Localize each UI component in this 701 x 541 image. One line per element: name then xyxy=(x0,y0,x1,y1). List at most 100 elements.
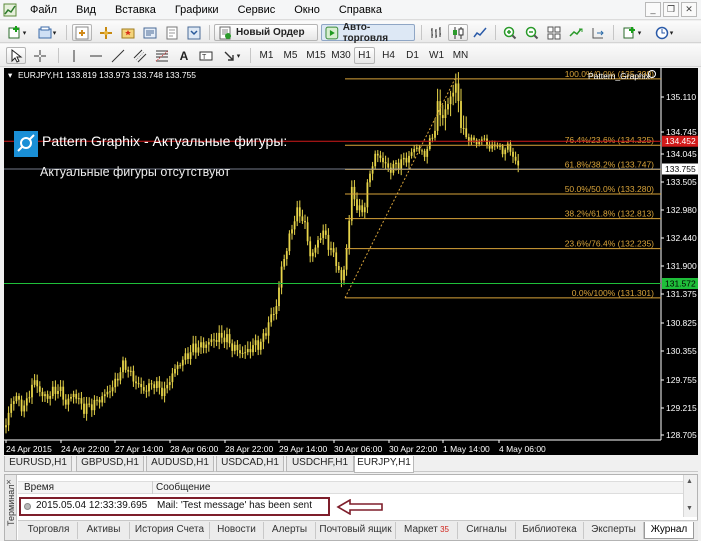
indicator-label: Pattern_Graphix xyxy=(588,71,650,81)
candle-body xyxy=(25,398,28,406)
arrows-tool-button[interactable]: ▾ xyxy=(218,47,244,64)
chart-window[interactable]: 100.0%/0.0% (135.299) 76.4%/23.6% (134.32… xyxy=(4,68,698,455)
timeframe-m5-button[interactable]: M5 xyxy=(280,47,301,64)
price-axis-label: 128.705 xyxy=(666,430,697,440)
menu-item-3[interactable]: Графики xyxy=(175,4,219,16)
tester-button[interactable] xyxy=(162,24,182,41)
symbol-tab-eurjpyh1[interactable]: EURJPY,H1 xyxy=(354,456,414,473)
timeframe-w1-button[interactable]: W1 xyxy=(426,47,447,64)
autotrade-label: Авто-торговля xyxy=(342,21,389,44)
terminal-scrollbar[interactable]: ▲ ▼ xyxy=(683,475,697,517)
cursor-tool-button[interactable] xyxy=(6,47,26,64)
terminal-tab-1[interactable]: Активы xyxy=(78,522,130,539)
terminal-tab-10[interactable]: Журнал xyxy=(644,522,694,539)
terminal-tab-5[interactable]: Почтовый ящик xyxy=(316,522,396,539)
terminal-tab-4[interactable]: Алерты xyxy=(264,522,316,539)
crosshair-tool-button[interactable] xyxy=(30,47,50,64)
symbol-tab-eurusdh1[interactable]: EURUSD,H1 xyxy=(4,456,72,472)
zoom-out-button[interactable] xyxy=(522,24,542,41)
market-watch-button[interactable] xyxy=(72,24,92,41)
timeframe-m1-button[interactable]: M1 xyxy=(256,47,277,64)
menu-item-5[interactable]: Окно xyxy=(294,4,320,16)
close-button[interactable]: ✕ xyxy=(681,2,697,17)
new-chart-button[interactable]: ▾ xyxy=(4,24,30,41)
autotrade-button[interactable]: Авто-торговля xyxy=(321,21,415,44)
timeframe-h4-button[interactable]: H4 xyxy=(378,47,399,64)
candle-body xyxy=(215,340,218,342)
candle-body xyxy=(80,398,83,404)
candle-body xyxy=(421,150,423,152)
candle-body xyxy=(379,155,382,158)
vertical-line-button[interactable] xyxy=(64,47,84,64)
trendline-button[interactable] xyxy=(108,47,128,64)
symbol-tab-audusdh1[interactable]: AUDUSD,H1 xyxy=(146,456,214,472)
chart-shift-button[interactable] xyxy=(588,24,608,41)
zoom-in-button[interactable] xyxy=(500,24,520,41)
terminal-tab-7[interactable]: Сигналы xyxy=(458,522,516,539)
data-window-button[interactable] xyxy=(96,24,116,41)
menu-item-4[interactable]: Сервис xyxy=(238,4,276,16)
candle-body xyxy=(98,399,101,403)
terminal-tab-9[interactable]: Эксперты xyxy=(584,522,644,539)
terminal-tab-label: Торговля xyxy=(27,524,70,535)
candle-body xyxy=(210,339,213,343)
symbol-tab-usdcadh1[interactable]: USDCAD,H1 xyxy=(216,456,284,472)
autotrade-icon xyxy=(325,26,339,39)
channel-button[interactable] xyxy=(130,47,150,64)
candle-body xyxy=(90,404,93,411)
fibonacci-button[interactable] xyxy=(152,47,172,64)
terminal-tab-6[interactable]: Маркет 35 xyxy=(396,522,458,539)
timeframe-d1-button[interactable]: D1 xyxy=(402,47,423,64)
candle-body xyxy=(171,373,174,383)
minimize-button[interactable]: _ xyxy=(645,2,661,17)
terminal-tab-0[interactable]: Торговля xyxy=(20,522,78,539)
price-chart[interactable]: 100.0%/0.0% (135.299)76.4%/23.6% (134.32… xyxy=(4,68,698,455)
line-chart-button[interactable] xyxy=(470,24,490,41)
history-button[interactable] xyxy=(184,24,204,41)
timeframe-m15-button[interactable]: M15 xyxy=(304,47,328,64)
terminal-tab-2[interactable]: История Счета xyxy=(130,522,210,539)
menu-item-0[interactable]: Файл xyxy=(30,4,57,16)
candle-body xyxy=(254,340,257,346)
timeframe-m30-button[interactable]: M30 xyxy=(329,47,353,64)
new-order-button[interactable]: Новый Ордер xyxy=(214,24,318,41)
menu-item-2[interactable]: Вставка xyxy=(115,4,156,16)
restore-button[interactable]: ❐ xyxy=(663,2,679,17)
candle-body xyxy=(517,160,520,166)
symbol-tab-usdchfh1[interactable]: USDCHF,H1 xyxy=(286,456,354,472)
column-message[interactable]: Сообщение xyxy=(156,482,210,494)
candle-body xyxy=(460,101,462,128)
symbol-tab-gbpusdh1[interactable]: GBPUSD,H1 xyxy=(76,456,144,472)
scroll-down-icon[interactable]: ▼ xyxy=(686,505,693,512)
horizontal-line-button[interactable] xyxy=(86,47,106,64)
terminal-button[interactable] xyxy=(140,24,160,41)
candle-body xyxy=(369,173,371,183)
timeframe-mn-button[interactable]: MN xyxy=(450,47,471,64)
timeframe-h1-button[interactable]: H1 xyxy=(354,47,375,64)
terminal-tab-3[interactable]: Новости xyxy=(210,522,264,539)
candle-body xyxy=(389,167,392,173)
menu-item-6[interactable]: Справка xyxy=(339,4,382,16)
indicators-button[interactable]: ▾ xyxy=(618,24,646,41)
candle-body xyxy=(345,248,348,270)
tile-windows-button[interactable] xyxy=(544,24,564,41)
bar-chart-button[interactable] xyxy=(426,24,446,41)
candlestick-button[interactable] xyxy=(448,24,468,41)
column-time[interactable]: Время xyxy=(24,482,54,494)
label-tool-button[interactable]: T xyxy=(196,47,216,64)
navigator-button[interactable] xyxy=(118,24,138,41)
candle-body xyxy=(18,396,20,400)
candle-body xyxy=(228,334,231,344)
scroll-up-icon[interactable]: ▲ xyxy=(686,478,693,485)
profiles-button[interactable]: ▾ xyxy=(34,24,60,41)
autoscroll-button[interactable] xyxy=(566,24,586,41)
text-tool-button[interactable]: A xyxy=(174,47,194,64)
terminal-tab-8[interactable]: Библиотека xyxy=(516,522,584,539)
fib-level-label: 23.6%/76.4% (132.235) xyxy=(565,239,654,249)
menu-item-1[interactable]: Вид xyxy=(76,4,96,16)
candle-body xyxy=(382,157,384,163)
fib-level-label: 76.4%/23.6% (134.325) xyxy=(565,135,654,145)
periods-button[interactable]: ▾ xyxy=(650,24,678,41)
candle-body xyxy=(356,199,358,211)
chart-header: EURJPY,H1 133.819 133.973 133.748 133.75… xyxy=(18,70,197,80)
